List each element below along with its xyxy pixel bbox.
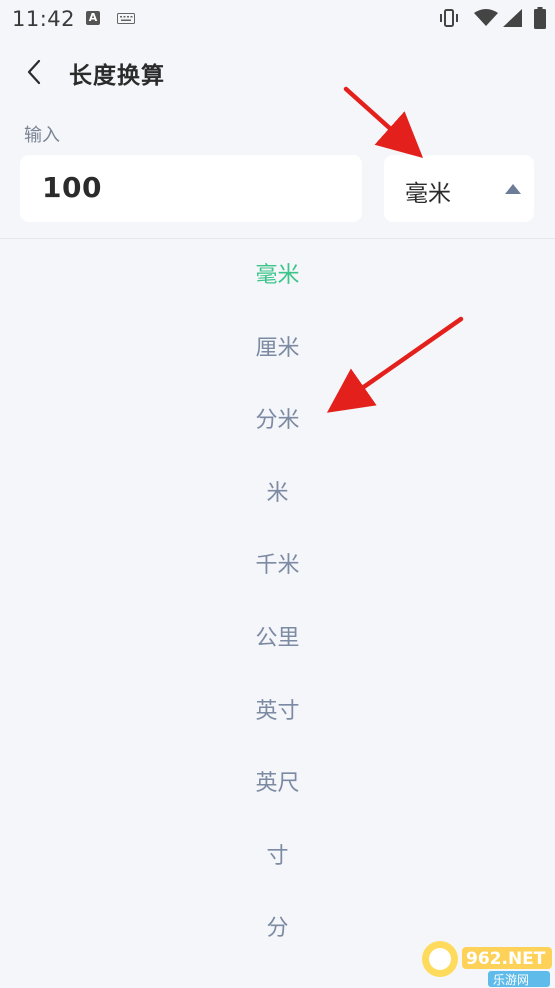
unit-option-6[interactable]: 英寸	[0, 687, 555, 737]
divider	[0, 238, 555, 239]
wifi-icon	[474, 9, 498, 26]
unit-option-0[interactable]: 毫米	[0, 251, 555, 301]
watermark-logo: 962.NET 乐游网	[422, 941, 552, 987]
status-bar: 11:42 A	[0, 0, 555, 38]
notification-a-icon: A	[86, 11, 100, 25]
value-text: 100	[42, 171, 102, 204]
unit-option-1[interactable]: 厘米	[0, 324, 555, 374]
unit-select-label: 毫米	[405, 181, 451, 207]
unit-select[interactable]: 毫米	[384, 155, 534, 222]
unit-option-8[interactable]: 寸	[0, 832, 555, 882]
unit-option-4[interactable]: 千米	[0, 541, 555, 591]
value-input[interactable]: 100	[20, 155, 362, 222]
header: 长度换算	[0, 44, 555, 100]
watermark-sub: 乐游网	[493, 973, 529, 987]
chevron-left-icon	[27, 59, 41, 85]
unit-option-2[interactable]: 分米	[0, 396, 555, 446]
status-time: 11:42	[12, 7, 76, 31]
unit-option-3[interactable]: 米	[0, 469, 555, 519]
unit-option-7[interactable]: 英尺	[0, 759, 555, 809]
page-title: 长度换算	[69, 63, 165, 89]
input-label: 输入	[24, 125, 60, 146]
watermark-brand: 962.NET	[466, 949, 546, 969]
signal-icon	[503, 9, 522, 27]
back-button[interactable]	[18, 56, 50, 88]
vibrate-icon	[440, 9, 458, 27]
caret-up-icon	[505, 184, 521, 194]
unit-option-5[interactable]: 公里	[0, 614, 555, 664]
keyboard-icon	[117, 13, 135, 24]
battery-icon	[534, 7, 546, 29]
